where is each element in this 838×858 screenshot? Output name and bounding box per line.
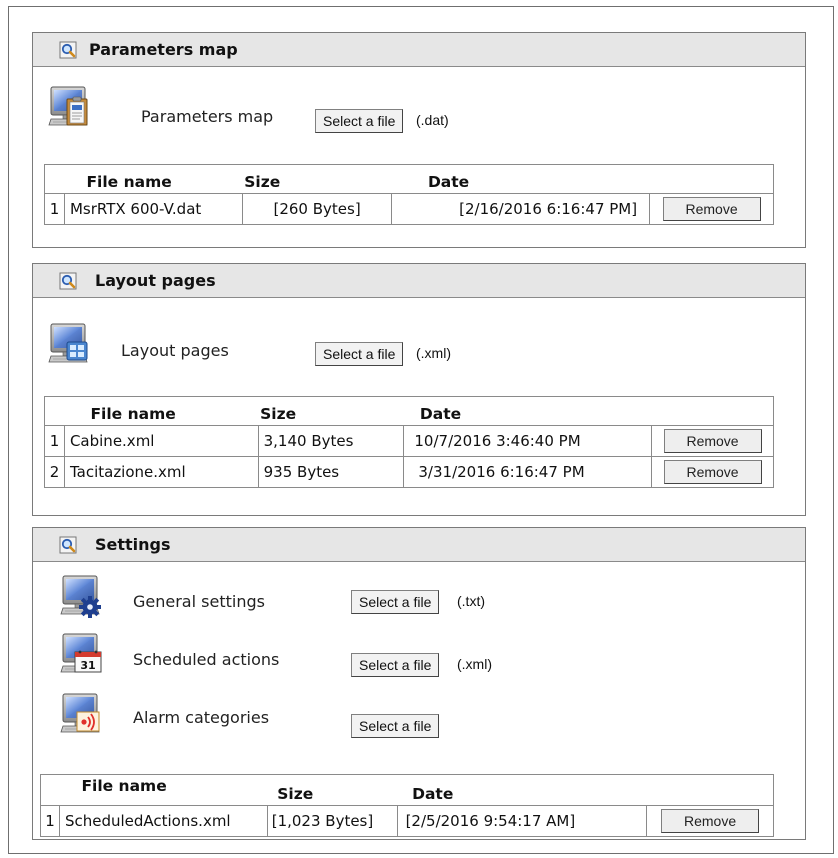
parameters-map-label: Parameters map — [141, 107, 274, 126]
file-date-cell: 3/31/2016 6:16:47 PM — [403, 456, 653, 488]
file-date-cell: 10/7/2016 3:46:40 PM — [403, 425, 653, 457]
magnifier-icon — [59, 272, 77, 290]
row-index: 1 — [44, 193, 65, 225]
panel-title: Settings — [95, 535, 171, 554]
table-header-row: File name Size Date — [44, 396, 774, 426]
table-header-row: File name Size Date — [44, 164, 774, 194]
file-name-cell: MsrRTX 600-V.dat — [63, 193, 243, 225]
remove-button[interactable]: Remove — [663, 460, 762, 484]
layout-pages-panel-header[interactable]: Layout pages — [33, 264, 805, 298]
layout-pages-icon — [48, 323, 88, 363]
table-header-row: File name Size Date — [40, 774, 774, 806]
file-extension-label: (.txt) — [457, 593, 485, 609]
magnifier-icon — [59, 41, 77, 59]
layout-file-table: File name Size Date 1 Cabine.xml 3,140 B… — [44, 396, 774, 488]
parameters-map-icon — [48, 86, 88, 126]
settings-panel: Settings General settings Select a file … — [32, 527, 806, 840]
layout-pages-panel: Layout pages Layout pages Select a file … — [32, 263, 806, 516]
table-row: 1 Cabine.xml 3,140 Bytes 10/7/2016 3:46:… — [44, 425, 774, 457]
general-settings-label: General settings — [133, 592, 265, 611]
parameters-map-panel: Parameters map Parameters map Select a f… — [32, 32, 806, 248]
column-header-size: Size — [267, 774, 398, 806]
column-header-date: Date — [391, 164, 650, 194]
select-file-button[interactable]: Select a file — [315, 342, 404, 366]
file-extension-label: (.dat) — [416, 112, 449, 128]
select-file-button[interactable]: Select a file — [315, 109, 404, 133]
scheduled-actions-label: Scheduled actions — [133, 650, 280, 669]
settings-file-table: File name Size Date 1 ScheduledActions.x… — [40, 774, 774, 837]
file-date-cell: [2/16/2016 6:16:47 PM] — [391, 193, 651, 225]
alarm-categories-label: Alarm categories — [133, 708, 270, 727]
panel-title: Layout pages — [95, 271, 216, 290]
column-header-file-name: File name — [64, 396, 259, 426]
remove-button[interactable]: Remove — [663, 429, 762, 453]
parameters-map-panel-header[interactable]: Parameters map — [33, 33, 805, 67]
select-file-button[interactable]: Select a file — [351, 714, 440, 738]
table-row: 1 ScheduledActions.xml [1,023 Bytes] [2/… — [40, 805, 774, 837]
select-file-button[interactable]: Select a file — [351, 590, 440, 614]
file-size-cell: [260 Bytes] — [241, 193, 393, 225]
settings-panel-header[interactable]: Settings — [33, 528, 805, 562]
select-file-button[interactable]: Select a file — [351, 653, 440, 677]
table-row: 1 MsrRTX 600-V.dat [260 Bytes] [2/16/201… — [44, 193, 774, 225]
file-extension-label: (.xml) — [457, 656, 492, 672]
remove-button[interactable]: Remove — [661, 809, 760, 833]
alarm-categories-icon — [60, 693, 100, 733]
file-extension-label: (.xml) — [416, 345, 451, 361]
file-size-cell: 935 Bytes — [257, 456, 405, 488]
row-index: 2 — [44, 456, 65, 488]
parameters-file-table: File name Size Date 1 MsrRTX 600-V.dat [… — [44, 164, 774, 225]
file-name-cell: Cabine.xml — [63, 425, 259, 457]
file-name-cell: Tacitazione.xml — [63, 456, 259, 488]
file-name-cell: ScheduledActions.xml — [58, 805, 268, 837]
column-header-date: Date — [403, 396, 652, 426]
row-index: 1 — [44, 425, 65, 457]
column-header-file-name: File name — [64, 164, 243, 194]
general-settings-icon — [60, 575, 101, 618]
panel-title: Parameters map — [89, 40, 238, 59]
column-header-size: Size — [258, 396, 404, 426]
scheduled-actions-icon: 31 — [60, 633, 102, 673]
magnifier-icon — [59, 536, 77, 554]
column-header-date: Date — [397, 774, 647, 806]
remove-button[interactable]: Remove — [662, 197, 761, 221]
table-row: 2 Tacitazione.xml 935 Bytes 3/31/2016 6:… — [44, 456, 774, 488]
calendar-number: 31 — [80, 659, 95, 672]
file-size-cell: 3,140 Bytes — [257, 425, 405, 457]
column-header-file-name: File name — [59, 774, 268, 806]
column-header-size: Size — [242, 164, 392, 194]
file-date-cell: [2/5/2016 9:54:17 AM] — [396, 805, 648, 837]
file-size-cell: [1,023 Bytes] — [266, 805, 398, 837]
row-index: 1 — [40, 805, 60, 837]
layout-pages-label: Layout pages — [121, 341, 229, 360]
